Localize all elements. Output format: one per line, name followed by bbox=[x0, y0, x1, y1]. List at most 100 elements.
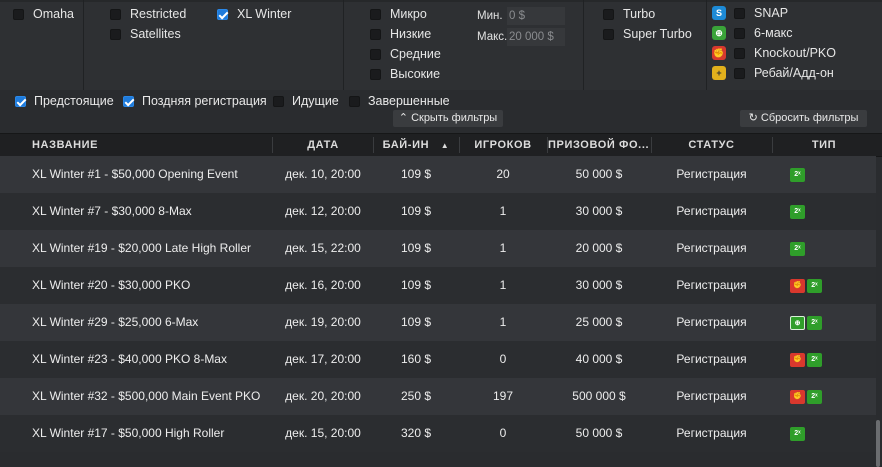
status-finished[interactable]: Завершенные bbox=[349, 94, 450, 108]
omaha-checkbox[interactable] bbox=[13, 8, 24, 20]
filter-knockout[interactable]: ✊ Knockout/PKO bbox=[712, 46, 836, 60]
tournament-type: ✊ 2ˣ bbox=[790, 378, 822, 415]
knockout-icon: ✊ bbox=[712, 46, 726, 60]
knockout-badge-icon: ✊ bbox=[790, 352, 805, 367]
status-late-registration[interactable]: Поздняя регистрация bbox=[123, 94, 267, 108]
tournament-name: XL Winter #7 - $30,000 8-Max bbox=[32, 204, 192, 218]
table-row[interactable]: XL Winter #29 - $25,000 6-Max дек. 19, 20… bbox=[0, 304, 876, 341]
top-divider bbox=[0, 0, 882, 2]
status-finished-label: Завершенные bbox=[368, 94, 450, 108]
satellites-checkbox[interactable] bbox=[110, 28, 121, 40]
sort-ascending-icon: ▲ bbox=[440, 141, 450, 150]
table-row[interactable]: XL Winter #7 - $30,000 8-Max дек. 12, 20:… bbox=[0, 193, 876, 230]
filter-satellites[interactable]: Satellites bbox=[110, 27, 181, 41]
filter-six-max-label: 6-макс bbox=[754, 26, 793, 40]
column-header-status[interactable]: СТАТУС bbox=[651, 134, 772, 156]
filter-super-turbo-label: Super Turbo bbox=[623, 27, 692, 41]
status-running[interactable]: Идущие bbox=[273, 94, 339, 108]
tournament-name: XL Winter #20 - $30,000 PKO bbox=[32, 278, 191, 292]
filter-omaha[interactable]: Omaha bbox=[13, 7, 74, 21]
tournament-date: дек. 15, 20:00 bbox=[285, 426, 361, 440]
filter-super-turbo[interactable]: Super Turbo bbox=[603, 27, 692, 41]
six-max-checkbox[interactable] bbox=[734, 27, 745, 39]
max-label: Макс. bbox=[477, 31, 508, 43]
low-checkbox[interactable] bbox=[370, 28, 381, 40]
column-header-prize[interactable]: ПРИЗОВОЙ ФО... bbox=[548, 134, 650, 156]
filter-limit-high[interactable]: Высокие bbox=[370, 67, 440, 81]
column-header-date[interactable]: ДАТА bbox=[273, 134, 373, 156]
filter-snap[interactable]: S SNAP bbox=[712, 6, 788, 20]
filter-six-max[interactable]: ⊕ 6-макс bbox=[712, 26, 793, 40]
rebuy-checkbox[interactable] bbox=[734, 67, 745, 79]
min-input[interactable]: 0 $ bbox=[507, 7, 565, 25]
reset-filters-label: Сбросить фильтры bbox=[760, 112, 859, 124]
late-registration-checkbox[interactable] bbox=[123, 95, 134, 107]
table-row[interactable]: XL Winter #17 - $50,000 High Roller дек. … bbox=[0, 415, 876, 452]
tournament-date: дек. 10, 20:00 bbox=[285, 167, 361, 181]
table-row[interactable]: XL Winter #23 - $40,000 PKO 8-Max дек. 17… bbox=[0, 341, 876, 378]
double-chance-icon: 2ˣ bbox=[790, 426, 805, 441]
table-row[interactable]: XL Winter #20 - $30,000 PKO дек. 16, 20:0… bbox=[0, 267, 876, 304]
filter-limit-micro[interactable]: Микро bbox=[370, 7, 427, 21]
column-header-type[interactable]: ТИП bbox=[772, 134, 876, 156]
finished-checkbox[interactable] bbox=[349, 95, 360, 107]
filter-xl-winter[interactable]: XL Winter bbox=[217, 7, 291, 21]
column-divider bbox=[343, 0, 344, 90]
table-row[interactable]: XL Winter #19 - $20,000 Late High Roller… bbox=[0, 230, 876, 267]
column-header-players[interactable]: ИГРОКОВ bbox=[459, 134, 547, 156]
table-row[interactable]: XL Winter #32 - $500,000 Main Event PKO д… bbox=[0, 378, 876, 415]
filter-rebuy[interactable]: + Ребай/Адд-он bbox=[712, 66, 834, 80]
filter-low-label: Низкие bbox=[390, 27, 432, 41]
scrollbar-thumb[interactable] bbox=[876, 420, 880, 467]
filter-limit-medium[interactable]: Средние bbox=[370, 47, 441, 61]
upcoming-checkbox[interactable] bbox=[15, 95, 26, 107]
knockout-badge-icon: ✊ bbox=[790, 389, 805, 404]
tournament-date: дек. 17, 20:00 bbox=[285, 352, 361, 366]
filter-turbo-label: Turbo bbox=[623, 7, 656, 21]
micro-checkbox[interactable] bbox=[370, 8, 381, 20]
tournament-date: дек. 15, 22:00 bbox=[285, 241, 361, 255]
hide-filters-button[interactable]: ⌃ Скрыть фильтры bbox=[393, 110, 503, 127]
tournament-status: Регистрация bbox=[676, 241, 747, 255]
reset-filters-button[interactable]: ↻ Сбросить фильтры bbox=[740, 110, 867, 127]
super-turbo-checkbox[interactable] bbox=[603, 28, 614, 40]
knockout-badge-icon: ✊ bbox=[790, 278, 805, 293]
max-input[interactable]: 20 000 $ bbox=[507, 28, 565, 46]
filter-knockout-label: Knockout/PKO bbox=[754, 46, 836, 60]
tournament-name: XL Winter #29 - $25,000 6-Max bbox=[32, 315, 199, 329]
tournament-status: Регистрация bbox=[676, 389, 747, 403]
tournament-date: дек. 20, 20:00 bbox=[285, 389, 361, 403]
knockout-checkbox[interactable] bbox=[734, 47, 745, 59]
filter-limit-low[interactable]: Низкие bbox=[370, 27, 431, 41]
column-divider bbox=[583, 0, 584, 90]
double-chance-icon: 2ˣ bbox=[807, 315, 822, 330]
xl-winter-checkbox[interactable] bbox=[217, 8, 228, 20]
table-row[interactable]: XL Winter #1 - $50,000 Opening Event дек.… bbox=[0, 156, 876, 193]
filter-toggle-bar: ⌃ Скрыть фильтры ↻ Сбросить фильтры bbox=[0, 110, 882, 129]
medium-checkbox[interactable] bbox=[370, 48, 381, 60]
filter-restricted[interactable]: Restricted bbox=[110, 7, 186, 21]
high-checkbox[interactable] bbox=[370, 68, 381, 80]
snap-checkbox[interactable] bbox=[734, 7, 745, 19]
filter-snap-label: SNAP bbox=[754, 6, 789, 20]
restricted-checkbox[interactable] bbox=[110, 8, 121, 20]
tournament-type: 2ˣ bbox=[790, 230, 805, 267]
tournament-date: дек. 19, 20:00 bbox=[285, 315, 361, 329]
reset-icon: ↻ bbox=[748, 112, 758, 124]
tournament-date: дек. 16, 20:00 bbox=[285, 278, 361, 292]
tournament-prize: 40 000 $ bbox=[575, 352, 623, 366]
running-checkbox[interactable] bbox=[273, 95, 284, 107]
tournament-name: XL Winter #32 - $500,000 Main Event PKO bbox=[32, 389, 261, 403]
filter-turbo[interactable]: Turbo bbox=[603, 7, 655, 21]
status-late-registration-label: Поздняя регистрация bbox=[142, 94, 267, 108]
filter-restricted-label: Restricted bbox=[130, 7, 187, 21]
tournament-name: XL Winter #1 - $50,000 Opening Event bbox=[32, 167, 238, 181]
filter-xl-winter-label: XL Winter bbox=[237, 7, 292, 21]
column-header-buyin[interactable]: БАЙ-ИН ▲ bbox=[373, 134, 459, 156]
status-upcoming[interactable]: Предстоящие bbox=[15, 94, 114, 108]
tournament-players: 1 bbox=[499, 241, 507, 255]
column-header-name[interactable]: НАЗВАНИЕ bbox=[32, 134, 98, 156]
tournament-buyin: 250 $ bbox=[400, 389, 432, 403]
min-label: Мин. bbox=[477, 10, 503, 22]
turbo-checkbox[interactable] bbox=[603, 8, 614, 20]
